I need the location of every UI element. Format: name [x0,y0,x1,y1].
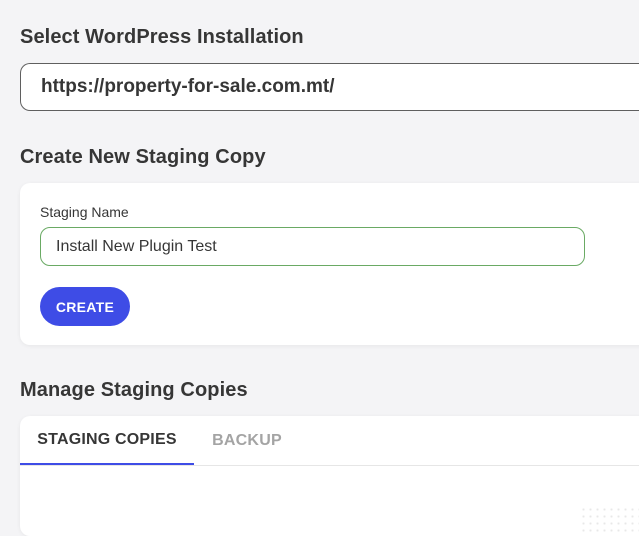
decorative-dot-pattern [580,506,639,536]
installation-select[interactable]: https://property-for-sale.com.mt/ [20,63,639,111]
tab-backup[interactable]: BACKUP [194,416,300,465]
installation-select-value: https://property-for-sale.com.mt/ [41,76,335,97]
create-staging-card: Staging Name CREATE [20,183,639,345]
create-button[interactable]: CREATE [40,287,130,326]
manage-staging-card: STAGING COPIES BACKUP [20,416,639,536]
manage-staging-title: Manage Staging Copies [20,379,248,401]
staging-name-label: Staging Name [40,204,129,220]
create-staging-title: Create New Staging Copy [20,146,266,168]
tab-staging-copies[interactable]: STAGING COPIES [20,416,194,465]
staging-tabs: STAGING COPIES BACKUP [20,416,639,466]
select-installation-title: Select WordPress Installation [20,26,304,48]
staging-name-input[interactable] [40,227,585,266]
